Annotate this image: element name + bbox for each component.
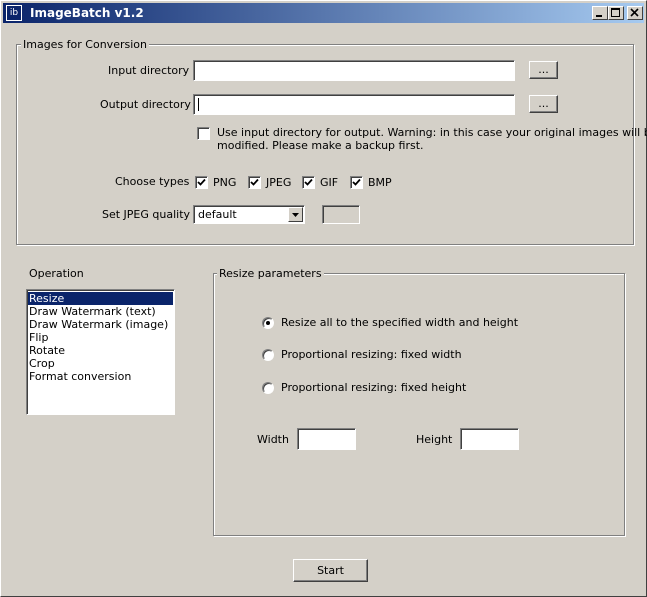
output-browse-button[interactable]: ... (529, 95, 558, 113)
height-field[interactable] (460, 428, 519, 450)
list-item-crop[interactable]: Crop (28, 357, 173, 370)
choose-types-label: Choose types (115, 175, 190, 188)
width-label: Width (257, 433, 289, 446)
jpeg-quality-value: default (198, 208, 237, 221)
check-icon (304, 178, 313, 186)
check-icon (250, 178, 259, 186)
close-button[interactable] (627, 6, 643, 20)
operation-list[interactable]: Resize Draw Watermark (text) Draw Waterm… (26, 289, 175, 415)
list-item-format-conversion[interactable]: Format conversion (28, 370, 173, 383)
minimize-button[interactable] (592, 6, 608, 20)
type-jpeg-checkbox[interactable] (248, 176, 261, 189)
width-field[interactable] (297, 428, 356, 450)
type-bmp-checkbox[interactable] (350, 176, 363, 189)
jpeg-quality-number-field (322, 205, 360, 224)
maximize-icon (611, 8, 620, 17)
type-gif-label: GIF (320, 176, 339, 189)
list-item-flip[interactable]: Flip (28, 331, 173, 344)
resize-parameters-legend: Resize parameters (217, 267, 324, 280)
type-gif-checkbox[interactable] (302, 176, 315, 189)
app-icon: ib (6, 5, 22, 21)
minimize-icon (596, 15, 602, 17)
input-directory-label: Input directory (108, 64, 190, 77)
output-directory-label: Output directory (100, 98, 191, 111)
title-bar[interactable]: ib ImageBatch v1.2 (3, 3, 644, 23)
text-caret (198, 98, 199, 111)
close-icon (630, 8, 639, 17)
dropdown-button[interactable] (288, 207, 303, 222)
type-jpeg-label: JPEG (266, 176, 292, 189)
list-item-resize[interactable]: Resize (28, 292, 173, 305)
output-directory-field[interactable] (193, 94, 515, 115)
input-directory-field[interactable] (193, 60, 515, 81)
operation-label: Operation (29, 267, 84, 280)
list-item-draw-watermark-image[interactable]: Draw Watermark (image) (28, 318, 173, 331)
main-window: ib ImageBatch v1.2 Images for Conversion… (0, 0, 647, 597)
height-label: Height (416, 433, 453, 446)
use-input-directory-label-2: modified. Please make a backup first. (217, 139, 424, 152)
check-icon (197, 178, 206, 186)
start-button[interactable]: Start (293, 559, 368, 582)
images-group-legend: Images for Conversion (21, 38, 149, 51)
fixed-height-radio[interactable] (262, 382, 274, 394)
type-png-label: PNG (213, 176, 237, 189)
use-input-directory-checkbox[interactable] (197, 127, 210, 140)
jpeg-quality-select[interactable]: default (193, 205, 305, 224)
window-title: ImageBatch v1.2 (30, 6, 144, 20)
maximize-button[interactable] (608, 6, 624, 20)
check-icon (352, 178, 361, 186)
resize-exact-radio[interactable] (262, 317, 274, 329)
resize-exact-label: Resize all to the specified width and he… (281, 316, 519, 329)
jpeg-quality-label: Set JPEG quality (102, 208, 191, 221)
list-item-draw-watermark-text[interactable]: Draw Watermark (text) (28, 305, 173, 318)
type-bmp-label: BMP (368, 176, 392, 189)
chevron-down-icon (292, 213, 299, 217)
fixed-width-label: Proportional resizing: fixed width (281, 348, 462, 361)
type-png-checkbox[interactable] (195, 176, 208, 189)
fixed-width-radio[interactable] (262, 349, 274, 361)
fixed-height-label: Proportional resizing: fixed height (281, 381, 467, 394)
input-browse-button[interactable]: ... (529, 61, 558, 79)
list-item-rotate[interactable]: Rotate (28, 344, 173, 357)
use-input-directory-label-1: Use input directory for output. Warning:… (217, 126, 647, 139)
radio-dot (266, 321, 270, 325)
resize-parameters-group (213, 273, 625, 536)
